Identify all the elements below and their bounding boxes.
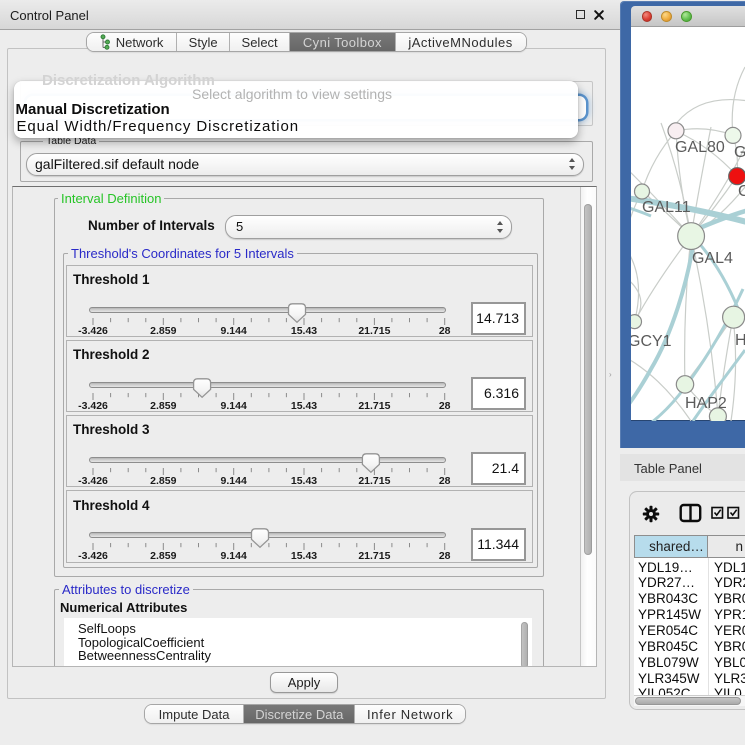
svg-text:21.715: 21.715 bbox=[358, 475, 390, 487]
svg-text:9.144: 9.144 bbox=[221, 550, 247, 562]
svg-text:2.859: 2.859 bbox=[150, 324, 176, 336]
svg-text:28: 28 bbox=[439, 324, 451, 336]
svg-text:9.144: 9.144 bbox=[221, 324, 247, 336]
svg-text:9.144: 9.144 bbox=[221, 475, 247, 487]
svg-text:15.43: 15.43 bbox=[291, 475, 317, 487]
svg-text:21.715: 21.715 bbox=[358, 550, 390, 562]
svg-text:GAL4: GAL4 bbox=[692, 250, 733, 267]
svg-text:2.859: 2.859 bbox=[150, 399, 176, 411]
svg-text:15.43: 15.43 bbox=[291, 399, 317, 411]
svg-text:28: 28 bbox=[439, 550, 451, 562]
svg-text:GAL11: GAL11 bbox=[642, 199, 691, 216]
svg-text:28: 28 bbox=[439, 399, 451, 411]
svg-text:21.715: 21.715 bbox=[358, 324, 390, 336]
svg-text:15.43: 15.43 bbox=[291, 324, 317, 336]
svg-text:C: C bbox=[738, 183, 745, 200]
svg-text:15.43: 15.43 bbox=[291, 550, 317, 562]
svg-text:GCY1: GCY1 bbox=[631, 333, 672, 350]
svg-text:HAP2: HAP2 bbox=[685, 395, 727, 412]
svg-text:2.859: 2.859 bbox=[150, 475, 176, 487]
svg-text:2.859: 2.859 bbox=[150, 550, 176, 562]
svg-text:21.715: 21.715 bbox=[358, 399, 390, 411]
svg-text:-3.426: -3.426 bbox=[78, 324, 108, 336]
svg-text:-3.426: -3.426 bbox=[78, 399, 108, 411]
svg-text:-3.426: -3.426 bbox=[78, 475, 108, 487]
svg-text:HI: HI bbox=[735, 332, 745, 349]
svg-text:GA: GA bbox=[734, 144, 745, 161]
svg-text:GAL80: GAL80 bbox=[675, 139, 725, 156]
svg-text:28: 28 bbox=[439, 475, 451, 487]
svg-text:9.144: 9.144 bbox=[221, 399, 247, 411]
svg-text:-3.426: -3.426 bbox=[78, 550, 108, 562]
